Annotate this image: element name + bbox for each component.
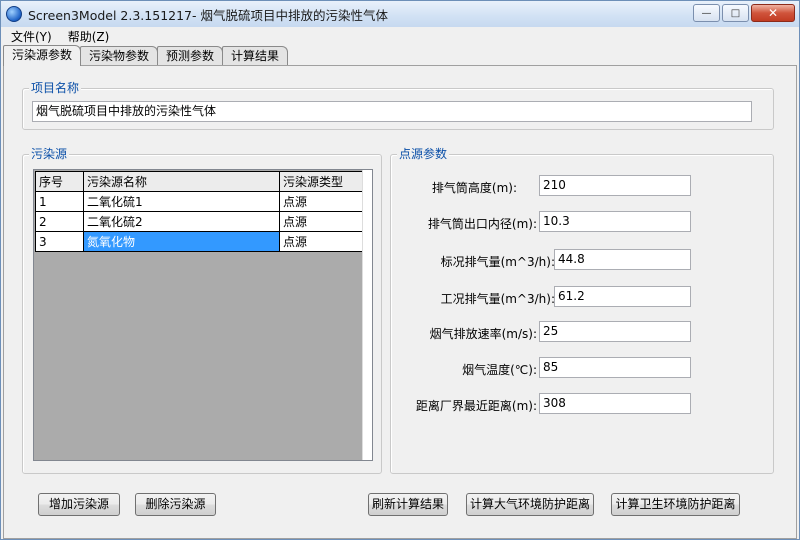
app-icon [6, 6, 22, 22]
col-header-id[interactable]: 序号 [35, 171, 84, 192]
std-flow-field[interactable]: 44.8 [554, 249, 691, 270]
table-row[interactable]: 2 二氧化硫2 点源 [35, 211, 364, 232]
cell-id[interactable]: 3 [35, 231, 84, 252]
boundary-distance-field[interactable]: 308 [539, 393, 691, 414]
maximize-button[interactable]: □ [722, 4, 749, 22]
tab-source-params[interactable]: 污染源参数 [3, 45, 82, 66]
calc-health-distance-button[interactable]: 计算卫生环境防护距离 [611, 493, 740, 516]
exit-velocity-field[interactable]: 25 [539, 321, 691, 342]
cell-name[interactable]: 二氧化硫1 [83, 191, 280, 212]
stack-diameter-field[interactable]: 10.3 [539, 211, 691, 232]
actual-flow-label: 工况排气量(m^3/h): [440, 292, 555, 306]
table-row[interactable]: 3 氮氧化物 点源 [35, 231, 364, 252]
tab-pollutant-params[interactable]: 污染物参数 [80, 46, 159, 65]
menu-bar: 文件(Y) 帮助(Z) [1, 27, 799, 45]
tab-strip: 污染源参数 污染物参数 预测参数 计算结果 [3, 45, 289, 66]
point-source-group-label: 点源参数 [397, 147, 450, 161]
sources-group-label: 污染源 [29, 147, 70, 161]
sources-table: 序号 污染源名称 污染源类型 1 二氧化硫1 点源 2 二氧化硫2 点源 3 氮… [35, 171, 364, 252]
tab-panel: 项目名称 烟气脱硫项目中排放的污染性气体 污染源 序号 污染源名称 污染源类型 … [3, 65, 797, 539]
cell-name-selected[interactable]: 氮氧化物 [83, 231, 280, 252]
stack-diameter-label: 排气筒出口内径(m): [427, 217, 537, 231]
menu-file[interactable]: 文件(Y) [1, 28, 60, 45]
calc-atmos-distance-button[interactable]: 计算大气环境防护距离 [466, 493, 594, 516]
refresh-results-button[interactable]: 刷新计算结果 [368, 493, 448, 516]
delete-source-button[interactable]: 删除污染源 [135, 493, 216, 516]
menu-help[interactable]: 帮助(Z) [60, 28, 118, 45]
project-group-label: 项目名称 [29, 81, 82, 95]
cell-id[interactable]: 2 [35, 211, 84, 232]
table-header-row: 序号 污染源名称 污染源类型 [35, 171, 364, 192]
add-source-button[interactable]: 增加污染源 [38, 493, 120, 516]
close-button[interactable]: ✕ [751, 4, 795, 22]
actual-flow-field[interactable]: 61.2 [554, 286, 691, 307]
minimize-button[interactable]: — [693, 4, 720, 22]
tab-results[interactable]: 计算结果 [222, 46, 289, 65]
title-bar[interactable]: Screen3Model 2.3.151217- 烟气脱硫项目中排放的污染性气体… [1, 1, 799, 27]
cell-id[interactable]: 1 [35, 191, 84, 212]
cell-type[interactable]: 点源 [279, 191, 364, 212]
project-name-field[interactable]: 烟气脱硫项目中排放的污染性气体 [32, 101, 752, 122]
tab-prediction-params[interactable]: 预测参数 [157, 46, 224, 65]
exit-velocity-label: 烟气排放速率(m/s): [429, 327, 537, 341]
stack-height-field[interactable]: 210 [539, 175, 691, 196]
cell-name[interactable]: 二氧化硫2 [83, 211, 280, 232]
gas-temp-field[interactable]: 85 [539, 357, 691, 378]
window-title: Screen3Model 2.3.151217- 烟气脱硫项目中排放的污染性气体 [28, 7, 388, 23]
gas-temp-label: 烟气温度(℃): [462, 363, 537, 377]
stack-height-label: 排气筒高度(m): [431, 181, 517, 195]
cell-type[interactable]: 点源 [279, 231, 364, 252]
col-header-type[interactable]: 污染源类型 [279, 171, 364, 192]
point-source-group: 点源参数 排气筒高度(m): 210 排气筒出口内径(m): 10.3 标况排气… [390, 147, 774, 474]
sources-grid[interactable]: 序号 污染源名称 污染源类型 1 二氧化硫1 点源 2 二氧化硫2 点源 3 氮… [33, 169, 373, 461]
project-group: 项目名称 烟气脱硫项目中排放的污染性气体 [22, 81, 774, 130]
grid-scrollbar[interactable] [362, 170, 372, 460]
table-row[interactable]: 1 二氧化硫1 点源 [35, 191, 364, 212]
boundary-distance-label: 距离厂界最近距离(m): [415, 399, 537, 413]
cell-type[interactable]: 点源 [279, 211, 364, 232]
app-window: Screen3Model 2.3.151217- 烟气脱硫项目中排放的污染性气体… [0, 0, 800, 540]
col-header-name[interactable]: 污染源名称 [83, 171, 280, 192]
sources-group: 污染源 序号 污染源名称 污染源类型 1 二氧化硫1 点源 2 二氧化硫2 点源… [22, 147, 382, 474]
std-flow-label: 标况排气量(m^3/h): [440, 255, 555, 269]
window-controls: — □ ✕ [693, 4, 795, 22]
